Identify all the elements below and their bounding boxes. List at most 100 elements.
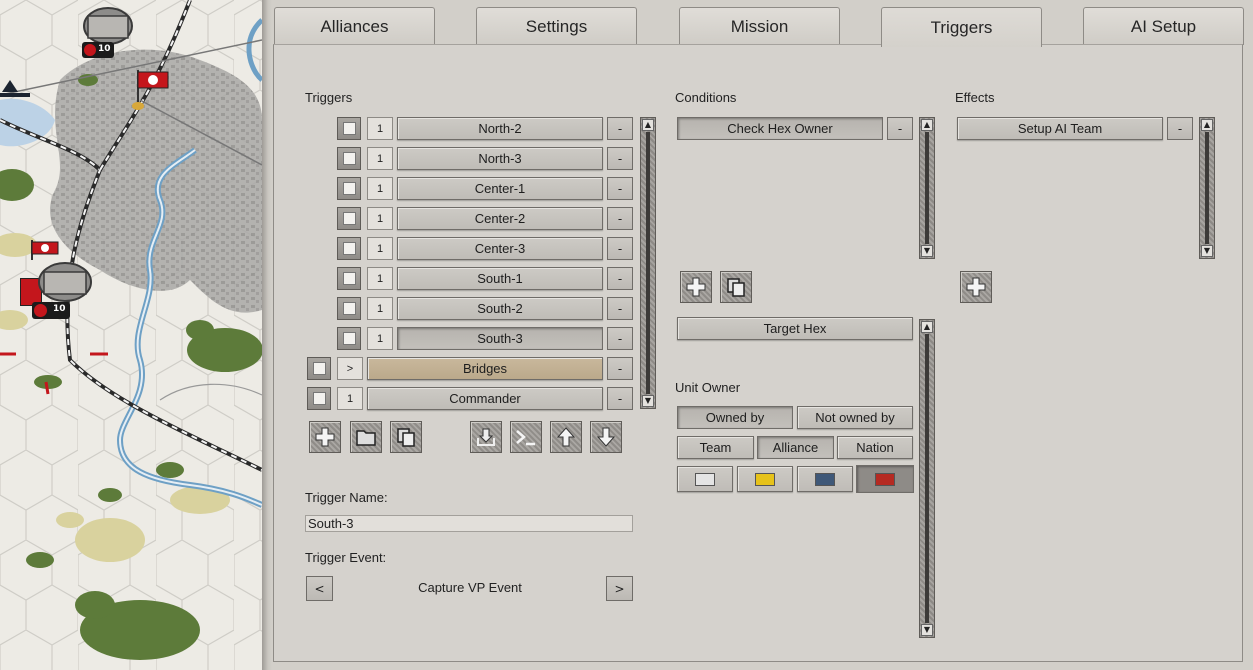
trigger-item-label: Center-2: [474, 211, 526, 226]
owner-nation-button[interactable]: Nation: [837, 436, 913, 459]
map-terrain: [0, 0, 262, 670]
trigger-count[interactable]: 1: [367, 207, 393, 230]
trigger-checkbox[interactable]: [337, 147, 361, 170]
condition-item[interactable]: Check Hex Owner: [677, 117, 883, 140]
trigger-count[interactable]: 1: [367, 237, 393, 260]
scroll-down-icon[interactable]: ▼: [921, 245, 933, 257]
bunker-icon: [38, 262, 92, 302]
condition-params-scrollbar[interactable]: ▲ ▼: [919, 319, 935, 638]
copy-trigger-button[interactable]: [390, 421, 422, 453]
script-console-button[interactable]: [510, 421, 542, 453]
trigger-list-scrollbar[interactable]: ▲ ▼: [640, 117, 656, 409]
trigger-checkbox[interactable]: [337, 297, 361, 320]
owner-alliance-button[interactable]: Alliance: [757, 436, 834, 459]
hex-map[interactable]: 10 10: [0, 0, 262, 670]
remove-trigger-button[interactable]: -: [607, 237, 633, 260]
trigger-name-label: Trigger Name:: [305, 490, 388, 505]
trigger-count[interactable]: 1: [367, 327, 393, 350]
trigger-count[interactable]: 1: [367, 117, 393, 140]
trigger-item[interactable]: Center-2: [397, 207, 603, 230]
arrow-down-icon: [596, 427, 616, 447]
scroll-down-icon[interactable]: ▼: [642, 395, 654, 407]
tab-mission[interactable]: Mission: [679, 7, 840, 45]
add-trigger-button[interactable]: [309, 421, 341, 453]
not-owned-by-button[interactable]: Not owned by: [797, 406, 913, 429]
trigger-item[interactable]: North-2: [397, 117, 603, 140]
remove-trigger-button[interactable]: -: [607, 207, 633, 230]
add-effect-button[interactable]: [960, 271, 992, 303]
trigger-checkbox[interactable]: [307, 357, 331, 380]
trigger-folder[interactable]: Bridges: [367, 357, 603, 380]
trigger-event-value: Capture VP Event: [418, 580, 522, 595]
remove-trigger-button[interactable]: -: [607, 117, 633, 140]
trigger-item[interactable]: South-3: [397, 327, 603, 350]
tab-ai-setup[interactable]: AI Setup: [1083, 7, 1244, 45]
remove-trigger-button[interactable]: -: [607, 387, 633, 410]
move-down-button[interactable]: [590, 421, 622, 453]
trigger-item[interactable]: South-2: [397, 297, 603, 320]
trigger-item-label: Center-3: [474, 241, 526, 256]
copy-condition-button[interactable]: [720, 271, 752, 303]
map-unit-fortification[interactable]: 10: [78, 2, 138, 60]
effect-item[interactable]: Setup AI Team: [957, 117, 1163, 140]
trigger-checkbox[interactable]: [337, 267, 361, 290]
remove-trigger-button[interactable]: -: [607, 177, 633, 200]
color-red-button[interactable]: [856, 465, 914, 493]
remove-trigger-button[interactable]: -: [607, 297, 633, 320]
folder-expand-button[interactable]: >: [337, 357, 363, 380]
trigger-checkbox[interactable]: [337, 207, 361, 230]
trigger-item[interactable]: North-3: [397, 147, 603, 170]
trigger-checkbox[interactable]: [337, 117, 361, 140]
remove-trigger-button[interactable]: -: [607, 357, 633, 380]
map-unit-fortification-2[interactable]: 10: [20, 258, 100, 320]
trigger-count[interactable]: 1: [367, 147, 393, 170]
trigger-item[interactable]: Center-1: [397, 177, 603, 200]
move-up-button[interactable]: [550, 421, 582, 453]
trigger-count[interactable]: 1: [367, 297, 393, 320]
trigger-item[interactable]: Commander: [367, 387, 603, 410]
unit-strength: 10: [98, 44, 111, 54]
trigger-item[interactable]: Center-3: [397, 237, 603, 260]
flag-marker[interactable]: [132, 66, 172, 112]
target-hex-button[interactable]: Target Hex: [677, 317, 913, 340]
terminal-icon: [516, 430, 535, 446]
event-prev-button[interactable]: <: [306, 576, 333, 601]
remove-trigger-button[interactable]: -: [607, 147, 633, 170]
trigger-checkbox[interactable]: [307, 387, 331, 410]
remove-trigger-button[interactable]: -: [607, 267, 633, 290]
remove-trigger-button[interactable]: -: [607, 327, 633, 350]
trigger-checkbox[interactable]: [337, 177, 361, 200]
tab-settings[interactable]: Settings: [476, 7, 637, 45]
remove-effect-button[interactable]: -: [1167, 117, 1193, 140]
scroll-down-icon[interactable]: ▼: [1201, 245, 1213, 257]
trigger-count[interactable]: 1: [367, 177, 393, 200]
owned-by-button[interactable]: Owned by: [677, 406, 793, 429]
add-condition-button[interactable]: [680, 271, 712, 303]
color-yellow-button[interactable]: [737, 466, 793, 492]
import-button[interactable]: [470, 421, 502, 453]
conditions-scrollbar[interactable]: ▲ ▼: [919, 117, 935, 259]
event-next-button[interactable]: >: [606, 576, 633, 601]
trigger-checkbox[interactable]: [337, 237, 361, 260]
tab-alliances[interactable]: Alliances: [274, 7, 435, 45]
flag-icon: [132, 70, 169, 110]
scroll-up-icon[interactable]: ▲: [1201, 119, 1213, 131]
scroll-up-icon[interactable]: ▲: [642, 119, 654, 131]
scroll-up-icon[interactable]: ▲: [921, 321, 933, 333]
remove-condition-button[interactable]: -: [887, 117, 913, 140]
trigger-name-input[interactable]: South-3: [305, 515, 633, 532]
trigger-count[interactable]: 1: [337, 387, 363, 410]
owner-team-button[interactable]: Team: [677, 436, 754, 459]
swatch-blue: [815, 472, 835, 486]
trigger-checkbox[interactable]: [337, 327, 361, 350]
effects-scrollbar[interactable]: ▲ ▼: [1199, 117, 1215, 259]
scroll-down-icon[interactable]: ▼: [921, 624, 933, 636]
add-folder-button[interactable]: [350, 421, 382, 453]
trigger-count[interactable]: 1: [367, 267, 393, 290]
color-blue-button[interactable]: [797, 466, 853, 492]
trigger-item-label: Commander: [449, 391, 521, 406]
trigger-item[interactable]: South-1: [397, 267, 603, 290]
tab-triggers[interactable]: Triggers: [881, 7, 1042, 47]
scroll-up-icon[interactable]: ▲: [921, 119, 933, 131]
color-white-button[interactable]: [677, 466, 733, 492]
